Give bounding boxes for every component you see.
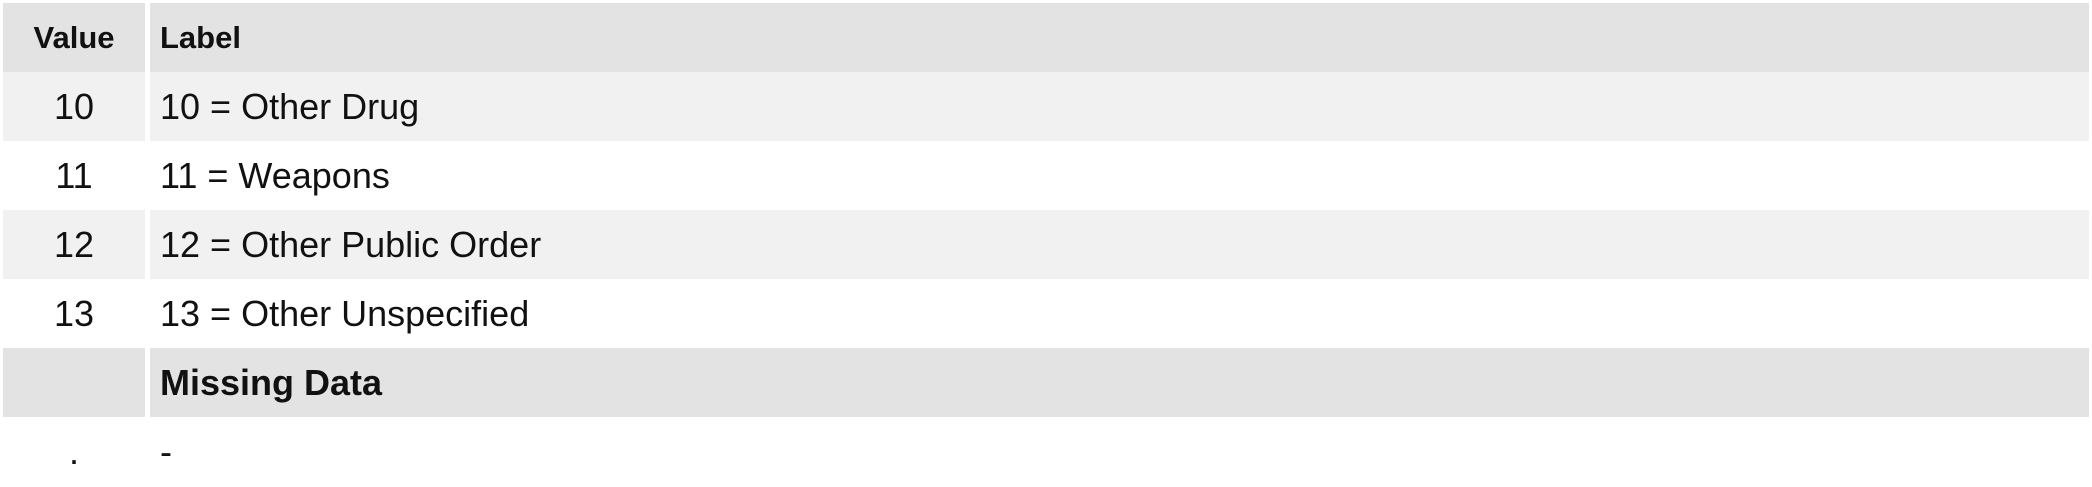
row-value: 13 <box>53 292 95 334</box>
row-label: 10 = Other Drug <box>160 85 420 127</box>
header-value: Value <box>33 19 115 55</box>
row-label: 12 = Other Public Order <box>160 223 542 265</box>
table-row: . - <box>3 417 2089 486</box>
value-label-table: Value Label 10 10 = Other Drug 11 11 = W… <box>3 3 2089 486</box>
row-label: 13 = Other Unspecified <box>160 292 530 334</box>
row-value: 11 <box>55 154 93 196</box>
table-header-row: Value Label <box>3 3 2089 72</box>
table-row: 11 11 = Weapons <box>3 141 2089 210</box>
row-value: 12 <box>53 223 95 265</box>
header-label: Label <box>160 19 241 55</box>
row-label: - <box>160 430 172 472</box>
row-value: 10 <box>53 85 95 127</box>
row-value: . <box>68 430 79 472</box>
missing-data-section-header: Missing Data <box>3 348 2089 417</box>
section-value <box>3 348 145 417</box>
table-row: 13 13 = Other Unspecified <box>3 279 2089 348</box>
table-row: 10 10 = Other Drug <box>3 72 2089 141</box>
table-row: 12 12 = Other Public Order <box>3 210 2089 279</box>
row-label: 11 = Weapons <box>160 154 390 196</box>
section-title: Missing Data <box>160 361 383 403</box>
